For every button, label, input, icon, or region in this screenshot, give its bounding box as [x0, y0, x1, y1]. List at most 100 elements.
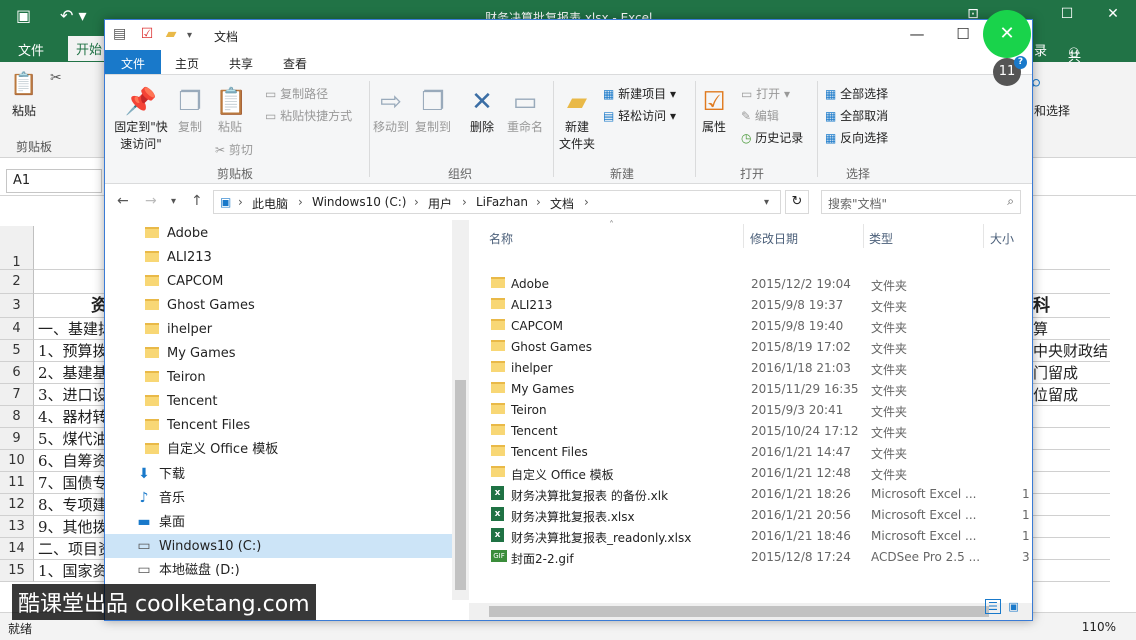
properties-button[interactable]: ☑ 属性	[699, 85, 729, 136]
nav-folder-item[interactable]: Tencent Files	[145, 414, 250, 438]
name-box[interactable]: A1	[6, 169, 102, 193]
nav-folder-item[interactable]: ihelper	[145, 318, 212, 342]
cell-column-a[interactable]: 7、国债专	[34, 472, 108, 494]
close-icon[interactable]: ✕	[1098, 6, 1128, 22]
checklist-icon[interactable]: ☑	[141, 26, 154, 42]
file-row[interactable]: x 财务决算批复报表 的备份.xlk 2016/1/21 18:26 Microsof…	[489, 484, 1030, 505]
tab-file[interactable]: 文件	[105, 50, 161, 74]
cell-column-a[interactable]: 资	[34, 294, 108, 318]
cell-right-column[interactable]: 位留成	[1030, 384, 1110, 406]
row-header[interactable]: 9	[0, 428, 34, 450]
search-input[interactable]: 搜索"文档" ⌕	[821, 190, 1021, 214]
recent-locations-icon[interactable]: ▾	[171, 196, 176, 207]
refresh-button[interactable]: ↻	[785, 190, 809, 214]
cell-column-a[interactable]: 6、自筹资	[34, 450, 108, 472]
cut-icon[interactable]: ✂	[50, 70, 62, 86]
edit-button[interactable]: ✎ 编辑	[741, 107, 779, 124]
nav-folder-item[interactable]: My Games	[145, 342, 236, 366]
paste-label[interactable]: 粘贴	[12, 102, 36, 119]
cell-right-column[interactable]	[1030, 226, 1110, 270]
nav-folder-item[interactable]: Ghost Games	[145, 294, 255, 318]
row-header[interactable]: 8	[0, 406, 34, 428]
file-row[interactable]: ihelper 2016/1/18 21:03 文件夹	[489, 358, 1029, 379]
cell-column-a[interactable]: 9、其他拨	[34, 516, 108, 538]
row-header[interactable]: 14	[0, 538, 34, 560]
column-separator[interactable]	[743, 224, 744, 248]
nav-folder-item[interactable]: 自定义 Office 模板	[145, 438, 278, 462]
move-to-button[interactable]: ⇨ 移动到	[371, 85, 411, 136]
tab-file[interactable]: 文件	[18, 40, 44, 59]
zoom-level[interactable]: 110%	[1082, 620, 1116, 634]
cell-column-a[interactable]: 5、煤代油	[34, 428, 108, 450]
scrollbar-thumb[interactable]	[489, 606, 989, 617]
properties-icon[interactable]: ▤	[113, 26, 126, 42]
maximize-icon[interactable]: ☐	[941, 25, 985, 43]
copy-to-button[interactable]: ❐ 复制到	[413, 85, 453, 136]
file-row[interactable]: CAPCOM 2015/9/8 19:40 文件夹	[489, 316, 1029, 337]
scrollbar-thumb[interactable]	[455, 380, 466, 590]
cell-column-a[interactable]: 1、预算拨	[34, 340, 108, 362]
row-header[interactable]: 3	[0, 294, 34, 318]
file-row[interactable]: Adobe 2015/12/2 19:04 文件夹	[489, 274, 1029, 295]
customize-toolbar-icon[interactable]: ▾	[187, 30, 192, 41]
forward-arrow-icon[interactable]: →	[145, 193, 157, 209]
row-header[interactable]: 11	[0, 472, 34, 494]
cell-column-a[interactable]: 2、基建基	[34, 362, 108, 384]
column-header-size[interactable]: 大小	[990, 230, 1014, 247]
row-header[interactable]: 15	[0, 560, 34, 582]
select-all-button[interactable]: ▦ 全部选择	[825, 85, 888, 102]
file-row[interactable]: x 财务决算批复报表.xlsx 2016/1/21 20:56 Microsoft E…	[489, 505, 1030, 526]
file-row[interactable]: 自定义 Office 模板 2016/1/21 12:48 文件夹	[489, 463, 1029, 484]
cell-right-column[interactable]	[1030, 516, 1110, 538]
column-header-type[interactable]: 类型	[869, 230, 893, 247]
cell-right-column[interactable]	[1030, 538, 1110, 560]
file-row[interactable]: Teiron 2015/9/3 20:41 文件夹	[489, 400, 1029, 421]
file-row[interactable]: Tencent 2015/10/24 17:12 文件夹	[489, 421, 1029, 442]
cell-right-column[interactable]	[1030, 428, 1110, 450]
copy-path-button[interactable]: ▭ 复制路径	[265, 85, 328, 102]
file-row[interactable]: My Games 2015/11/29 16:35 文件夹	[489, 379, 1029, 400]
cell-column-a[interactable]	[34, 270, 108, 294]
paste-icon[interactable]: 📋	[10, 72, 37, 97]
file-row[interactable]: GIF 封面2-2.gif 2015/12/8 17:24 ACDSee Pro 2.…	[489, 547, 1030, 568]
easy-access-button[interactable]: ▤ 轻松访问 ▾	[603, 107, 676, 124]
history-button[interactable]: ◷ 历史记录	[741, 129, 803, 146]
column-header-date[interactable]: 修改日期	[750, 230, 798, 247]
breadcrumb-user[interactable]: LiFazhan	[476, 195, 528, 209]
nav-folder-item[interactable]: Teiron	[145, 366, 206, 390]
file-row[interactable]: x 财务决算批复报表_readonly.xlsx 2016/1/21 18:46 Mi…	[489, 526, 1030, 547]
details-view-icon[interactable]: ☰	[985, 599, 1001, 614]
new-item-button[interactable]: ▦ 新建项目 ▾	[603, 85, 676, 102]
cell-right-column[interactable]: 中央财政结	[1030, 340, 1110, 362]
nav-location-item[interactable]: ▭ Windows10 (C:)	[105, 534, 452, 558]
nav-folder-item[interactable]: ALI213	[145, 246, 212, 270]
file-list-scrollbar[interactable]	[469, 603, 1032, 620]
cell-right-column[interactable]	[1030, 270, 1110, 294]
select-none-button[interactable]: ▦ 全部取消	[825, 107, 888, 124]
paste-button[interactable]: 📋 粘贴	[215, 85, 247, 136]
address-bar[interactable]: ▣ › 此电脑 › Windows10 (C:) › 用户 › LiFazhan…	[213, 190, 781, 214]
cell-right-column[interactable]	[1030, 494, 1110, 516]
row-header[interactable]: 7	[0, 384, 34, 406]
row-header[interactable]: 12	[0, 494, 34, 516]
row-header[interactable]: 1	[0, 226, 34, 270]
back-arrow-icon[interactable]: ←	[117, 193, 129, 209]
copy-button[interactable]: ❐ 复制	[175, 85, 205, 136]
pin-to-quick-access-button[interactable]: 📌 固定到"快速访问"	[111, 85, 171, 153]
large-icons-view-icon[interactable]: ▣	[1008, 600, 1018, 613]
cell-column-a[interactable]: 8、专项建	[34, 494, 108, 516]
cell-right-column[interactable]	[1030, 406, 1110, 428]
breadcrumb-this-pc[interactable]: 此电脑	[252, 195, 288, 212]
find-select-label[interactable]: 和选择	[1034, 102, 1070, 119]
nav-location-item[interactable]: ⬇ 下载	[135, 462, 185, 486]
up-arrow-icon[interactable]: ↑	[191, 193, 203, 209]
nav-folder-item[interactable]: CAPCOM	[145, 270, 223, 294]
tab-home[interactable]: 主页	[165, 50, 209, 74]
open-button[interactable]: ▭ 打开 ▾	[741, 85, 790, 102]
invert-selection-button[interactable]: ▦ 反向选择	[825, 129, 888, 146]
quick-access-toolbar[interactable]: ▤ ☑ ▰ ▾	[113, 26, 192, 42]
paste-shortcut-button[interactable]: ▭ 粘贴快捷方式	[265, 107, 352, 124]
breadcrumb-documents[interactable]: 文档	[550, 195, 574, 212]
cell-right-column[interactable]: 科	[1030, 294, 1110, 318]
row-header[interactable]: 6	[0, 362, 34, 384]
